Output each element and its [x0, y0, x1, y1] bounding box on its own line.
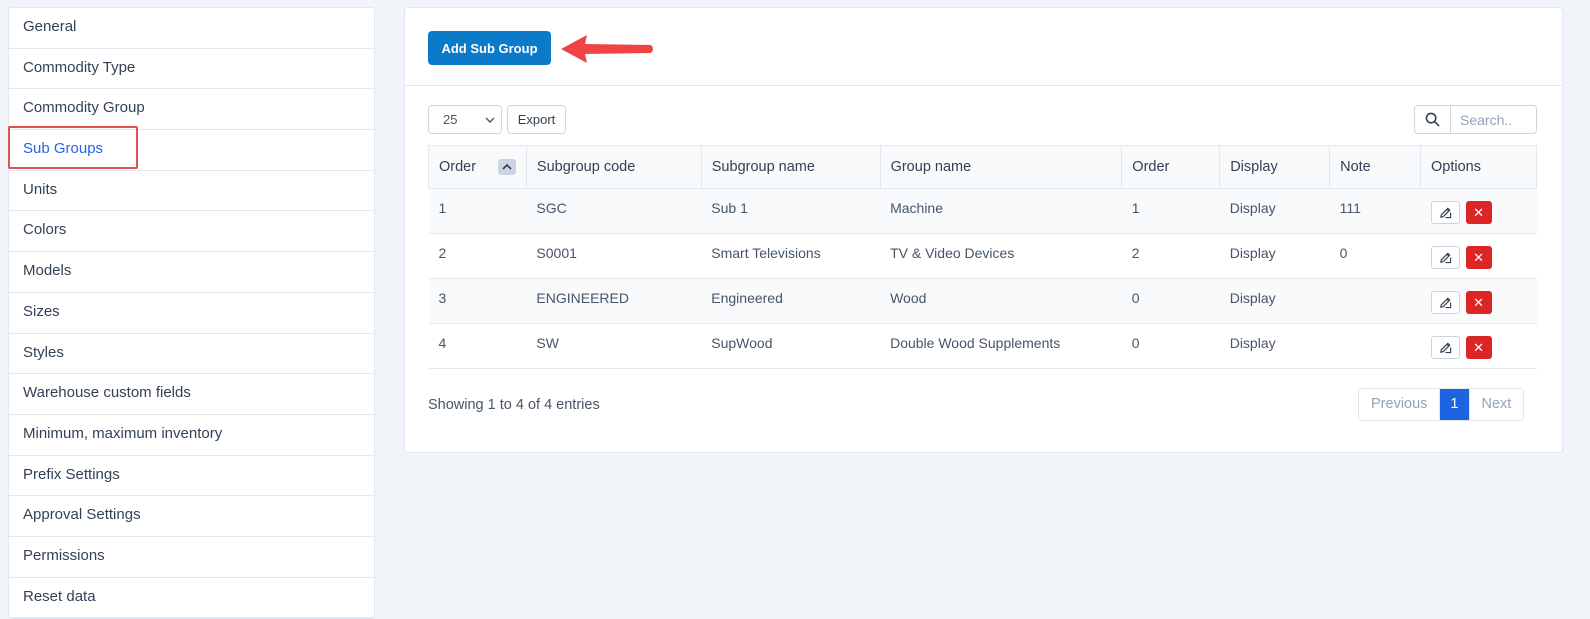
- cell-subgroup-code: S0001: [526, 233, 702, 279]
- sidebar-item-commodity-type[interactable]: Commodity Type: [9, 49, 374, 90]
- edit-button[interactable]: [1430, 291, 1460, 314]
- cell-group-name: Double Wood Supplements: [880, 323, 1122, 369]
- close-icon: ✕: [1473, 339, 1484, 355]
- cell-note: [1329, 278, 1421, 324]
- main-toolbar: Add Sub Group: [405, 8, 1562, 86]
- page-length-select[interactable]: 25: [428, 105, 502, 134]
- sidebar-item-models[interactable]: Models: [9, 252, 374, 293]
- cell-options: ✕: [1420, 323, 1537, 369]
- sidebar-item-commodity-group[interactable]: Commodity Group: [9, 89, 374, 131]
- cell-note: 0: [1329, 233, 1421, 279]
- cell-display: Display: [1219, 233, 1330, 279]
- pagination: Previous 1 Next: [1358, 388, 1525, 421]
- sort-button[interactable]: [497, 159, 516, 175]
- sidebar-item-general[interactable]: General: [9, 8, 374, 49]
- entries-summary: Showing 1 to 4 of 4 entries: [428, 397, 600, 413]
- cell-order-2: 1: [1121, 188, 1220, 234]
- column-header-order-2[interactable]: Order: [1121, 145, 1221, 189]
- sidebar-item-min-max-inventory[interactable]: Minimum, maximum inventory: [9, 415, 374, 456]
- pagination-next[interactable]: Next: [1468, 389, 1524, 420]
- close-icon: ✕: [1473, 204, 1484, 220]
- main-panel: Add Sub Group 25 Export Order: [404, 7, 1563, 453]
- cell-display: Display: [1219, 188, 1330, 234]
- delete-button[interactable]: ✕: [1465, 246, 1492, 269]
- column-header-display[interactable]: Display: [1219, 145, 1331, 189]
- cell-display: Display: [1219, 323, 1330, 369]
- cell-subgroup-code: SW: [526, 323, 702, 369]
- cell-order-2: 2: [1121, 233, 1220, 279]
- column-header-subgroup-code[interactable]: Subgroup code: [526, 145, 702, 189]
- settings-sidebar: General Commodity Type Commodity Group S…: [8, 7, 375, 619]
- sub-groups-table: Order Subgroup code Subgroup name Group …: [428, 145, 1537, 369]
- annotation-highlight-box: [8, 126, 138, 169]
- sidebar-item-styles[interactable]: Styles: [9, 334, 374, 375]
- cell-subgroup-code: SGC: [526, 188, 702, 234]
- export-button[interactable]: Export: [507, 105, 566, 134]
- cell-group-name: Wood: [880, 278, 1122, 324]
- cell-display: Display: [1219, 278, 1330, 324]
- cell-subgroup-name: Sub 1: [701, 188, 881, 234]
- edit-icon: [1439, 297, 1451, 309]
- column-header-label: Order: [439, 159, 477, 175]
- cell-subgroup-code: ENGINEERED: [526, 278, 702, 324]
- search-box: [1414, 105, 1537, 134]
- cell-order-2: 0: [1121, 278, 1220, 324]
- sidebar-item-warehouse-custom-fields[interactable]: Warehouse custom fields: [9, 374, 374, 415]
- cell-note: 111: [1329, 188, 1421, 234]
- close-icon: ✕: [1473, 249, 1484, 265]
- sidebar-item-sizes[interactable]: Sizes: [9, 293, 374, 334]
- arrow-left-icon: [561, 35, 653, 63]
- delete-button[interactable]: ✕: [1465, 201, 1492, 224]
- cell-group-name: Machine: [880, 188, 1122, 234]
- table-row: 4 SW SupWood Double Wood Supplements 0 D…: [428, 323, 1537, 369]
- column-header-subgroup-name[interactable]: Subgroup name: [701, 145, 881, 189]
- edit-button[interactable]: [1430, 336, 1460, 359]
- cell-order: 2: [428, 233, 527, 279]
- edit-icon: [1439, 207, 1451, 219]
- cell-subgroup-name: Engineered: [701, 278, 881, 324]
- search-icon: [1425, 112, 1440, 127]
- cell-order: 3: [428, 278, 527, 324]
- sidebar-item-colors[interactable]: Colors: [9, 211, 374, 253]
- cell-order: 1: [428, 188, 527, 234]
- cell-options: ✕: [1420, 188, 1537, 234]
- table-header-row: Order Subgroup code Subgroup name Group …: [428, 145, 1537, 189]
- sidebar-item-reset-data[interactable]: Reset data: [9, 578, 374, 618]
- table-row: 2 S0001 Smart Televisions TV & Video Dev…: [428, 233, 1537, 279]
- cell-order: 4: [428, 323, 527, 369]
- table-row: 1 SGC Sub 1 Machine 1 Display 111 ✕: [428, 188, 1537, 234]
- search-icon-button[interactable]: [1415, 106, 1451, 133]
- search-input[interactable]: [1451, 106, 1536, 133]
- close-icon: ✕: [1473, 294, 1484, 310]
- cell-options: ✕: [1420, 233, 1537, 279]
- delete-button[interactable]: ✕: [1465, 291, 1492, 314]
- edit-icon: [1439, 252, 1451, 264]
- chevron-up-icon: [502, 163, 512, 170]
- chevron-down-icon: [485, 117, 495, 123]
- page-length-value: 25: [443, 112, 458, 127]
- pagination-previous[interactable]: Previous: [1359, 389, 1441, 420]
- sidebar-item-approval-settings[interactable]: Approval Settings: [9, 496, 374, 537]
- sidebar-item-prefix-settings[interactable]: Prefix Settings: [9, 456, 374, 497]
- cell-note: [1329, 323, 1421, 369]
- delete-button[interactable]: ✕: [1465, 336, 1492, 359]
- cell-order-2: 0: [1121, 323, 1220, 369]
- edit-button[interactable]: [1430, 201, 1460, 224]
- table-row: 3 ENGINEERED Engineered Wood 0 Display ✕: [428, 278, 1537, 324]
- column-header-options: Options: [1420, 145, 1537, 189]
- add-sub-group-button[interactable]: Add Sub Group: [428, 31, 551, 65]
- cell-group-name: TV & Video Devices: [880, 233, 1122, 279]
- column-header-note[interactable]: Note: [1329, 145, 1422, 189]
- column-header-order[interactable]: Order: [428, 145, 527, 189]
- column-header-group-name[interactable]: Group name: [880, 145, 1123, 189]
- cell-subgroup-name: SupWood: [701, 323, 881, 369]
- edit-icon: [1439, 342, 1451, 354]
- pagination-page-1[interactable]: 1: [1440, 389, 1469, 420]
- cell-subgroup-name: Smart Televisions: [701, 233, 881, 279]
- sidebar-item-permissions[interactable]: Permissions: [9, 537, 374, 578]
- cell-options: ✕: [1420, 278, 1537, 324]
- sidebar-item-units[interactable]: Units: [9, 171, 374, 212]
- edit-button[interactable]: [1430, 246, 1460, 269]
